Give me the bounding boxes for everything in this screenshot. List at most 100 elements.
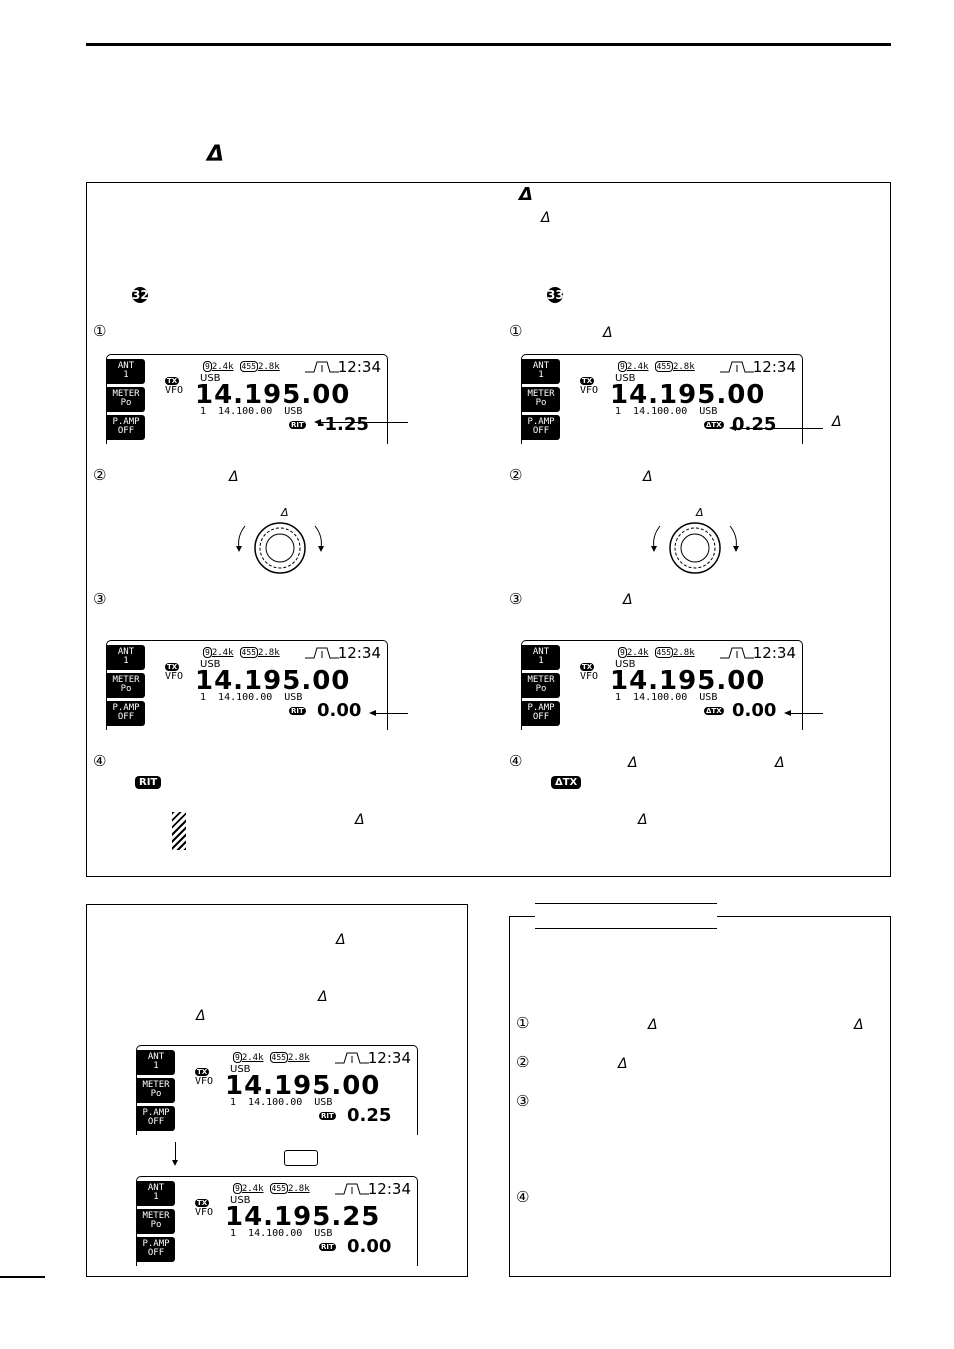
function-key[interactable]: P.AMP OFF — [137, 1106, 175, 1131]
left-rit-dial-icon[interactable] — [233, 518, 328, 580]
key-value: OFF — [117, 426, 135, 436]
offset-value: 0.00 — [317, 700, 362, 721]
bl-delta-1: Δ — [336, 932, 346, 948]
right-step-4-delta: Δ — [628, 755, 638, 771]
function-key[interactable]: METER Po — [522, 673, 560, 698]
sub-band-readout: 1 14.100.00 USB — [200, 692, 303, 703]
br-step-1-delta-2: Δ — [854, 1017, 864, 1033]
br-step-1-num: ① — [516, 1014, 530, 1032]
callout-arrow-icon — [369, 710, 376, 716]
function-key[interactable]: METER Po — [522, 387, 560, 412]
tx-badge: TX — [195, 1199, 210, 1207]
offset-badge: RIT — [319, 1243, 336, 1251]
right-rit-dial-icon[interactable] — [648, 518, 743, 580]
callout-arrow-icon — [314, 419, 321, 425]
sub-band-readout: 1 14.100.00 USB — [615, 692, 718, 703]
callout-line — [790, 713, 823, 714]
function-key[interactable]: METER Po — [107, 673, 145, 698]
function-keys: ANT 1 METER Po P.AMP OFF — [522, 359, 560, 443]
function-keys: ANT 1 METER Po P.AMP OFF — [137, 1050, 175, 1134]
function-key[interactable]: P.AMP OFF — [137, 1237, 175, 1262]
function-key[interactable]: METER Po — [137, 1078, 175, 1103]
passband-icon — [720, 647, 754, 659]
clock: 12:34 — [367, 1049, 411, 1067]
offset-badge: ΔTX — [704, 421, 724, 429]
function-key[interactable]: METER Po — [137, 1209, 175, 1234]
filter-indicators: 9 2.4k 455 2.8k — [203, 647, 286, 658]
sub-band-readout: 1 14.100.00 USB — [615, 406, 718, 417]
main-procedure-box — [86, 182, 891, 877]
offset-value: 0.00 — [732, 700, 777, 721]
right-note-delta: Δ — [638, 812, 648, 828]
function-key[interactable]: ANT 1 — [107, 359, 145, 384]
callout-arrow-icon — [784, 710, 791, 716]
passband-icon — [335, 1183, 369, 1195]
function-key[interactable]: ANT 1 — [522, 359, 560, 384]
filter-indicators: 9 2.4k 455 2.8k — [203, 361, 286, 372]
filter1-tag: 9 — [618, 361, 627, 372]
vfo-label: VFO — [195, 1076, 214, 1087]
function-key[interactable]: P.AMP OFF — [522, 415, 560, 440]
left-step-1-num: ① — [93, 322, 107, 340]
filter-indicators: 9 2.4k 455 2.8k — [233, 1183, 316, 1194]
callout-arrow-icon — [729, 425, 736, 431]
key-button-icon[interactable] — [284, 1150, 318, 1166]
clock: 12:34 — [367, 1180, 411, 1198]
filter1-bw: 2.4k — [241, 1053, 264, 1063]
filter-indicators: 9 2.4k 455 2.8k — [618, 647, 701, 658]
vfo-label: VFO — [195, 1207, 214, 1218]
key-ref-33: 33 — [547, 287, 564, 303]
filter2-tag: 455 — [239, 361, 258, 372]
function-key[interactable]: P.AMP OFF — [522, 701, 560, 726]
filter1-bw: 2.4k — [626, 362, 649, 372]
function-key[interactable]: ANT 1 — [107, 645, 145, 670]
function-key[interactable]: ANT 1 — [522, 645, 560, 670]
passband-icon — [305, 647, 339, 659]
filter2-bw: 2.8k — [257, 362, 280, 372]
callout-line — [320, 422, 408, 423]
lcd-display-calc-after: ANT 1 METER Po P.AMP OFF 9 2.4k 455 2.8k 12:34 T… — [136, 1176, 418, 1266]
key-value: OFF — [532, 712, 550, 722]
function-key[interactable]: ANT 1 — [137, 1181, 175, 1206]
function-keys: ANT 1 METER Po P.AMP OFF — [522, 645, 560, 729]
down-arrow-icon — [172, 1160, 178, 1166]
delta-tx-badge: ΔTX — [551, 776, 582, 789]
offset-value: 0.25 — [347, 1105, 392, 1126]
left-step-4-num: ④ — [93, 752, 107, 770]
passband-icon — [720, 361, 754, 373]
filter2-tag: 455 — [239, 647, 258, 658]
key-value: 1 — [123, 656, 129, 666]
right-callout-delta: Δ — [832, 414, 842, 430]
key-value: 1 — [538, 656, 544, 666]
left-note-delta: Δ — [355, 812, 365, 828]
sub-band-readout: 1 14.100.00 USB — [230, 1228, 333, 1239]
section-title-delta: Δ — [207, 142, 225, 167]
filter1-bw: 2.4k — [211, 362, 234, 372]
br-step-2-num: ② — [516, 1053, 530, 1071]
key-value: OFF — [117, 712, 135, 722]
filter1-tag: 9 — [618, 647, 627, 658]
key-value: Po — [150, 1220, 162, 1230]
function-key[interactable]: P.AMP OFF — [107, 415, 145, 440]
note-box — [509, 916, 891, 1277]
function-key[interactable]: P.AMP OFF — [107, 701, 145, 726]
filter1-tag: 9 — [203, 647, 212, 658]
key-ref-32: 32 — [132, 287, 149, 303]
offset-value: -1.25 — [317, 414, 369, 435]
filter-indicators: 9 2.4k 455 2.8k — [233, 1052, 316, 1063]
key-value: Po — [150, 1089, 162, 1099]
key-value: OFF — [532, 426, 550, 436]
passband-icon — [335, 1052, 369, 1064]
right-step-4-delta-2: Δ — [775, 755, 785, 771]
filter2-bw: 2.8k — [287, 1053, 310, 1063]
filter-indicators: 9 2.4k 455 2.8k — [618, 361, 701, 372]
offset-badge: RIT — [289, 707, 306, 715]
tx-badge: TX — [165, 663, 180, 671]
offset-badge: RIT — [319, 1112, 336, 1120]
offset-badge: RIT — [289, 421, 306, 429]
function-key[interactable]: METER Po — [107, 387, 145, 412]
right-step-2-delta: Δ — [643, 469, 653, 485]
function-key[interactable]: ANT 1 — [137, 1050, 175, 1075]
right-step-1-delta: Δ — [603, 325, 613, 341]
vfo-label: VFO — [580, 671, 599, 682]
